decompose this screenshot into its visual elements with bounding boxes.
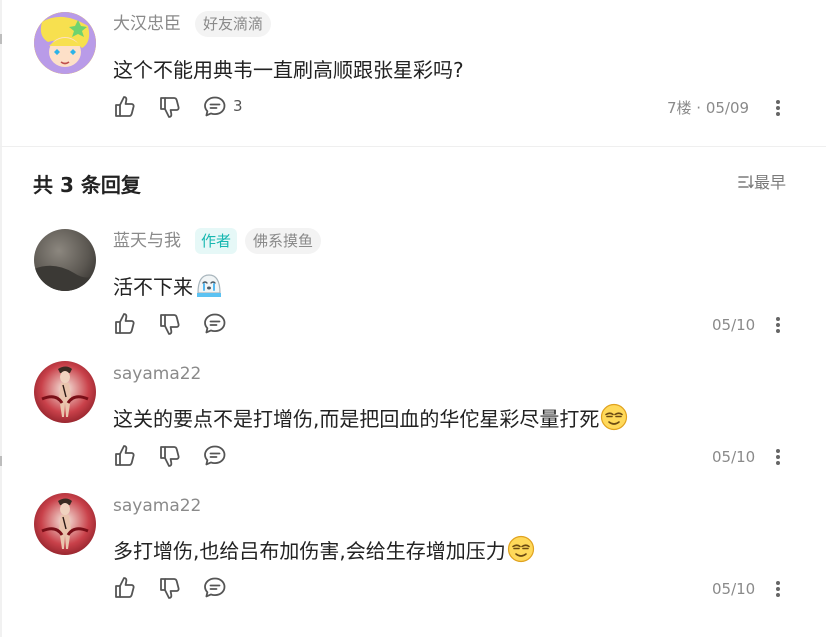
floor-date: 7楼 · 05/09 xyxy=(667,99,750,117)
dislike-icon[interactable] xyxy=(158,311,184,337)
avatar[interactable] xyxy=(34,229,96,291)
avatar[interactable] xyxy=(34,12,96,74)
comment-icon[interactable] xyxy=(202,575,228,601)
crying-face-icon xyxy=(196,274,222,298)
sort-label: 最早 xyxy=(754,173,787,192)
more-options-icon[interactable] xyxy=(775,580,781,598)
reply-text-line: 这关的要点不是打增伤,而是把回血的华佗星彩尽量打死 xyxy=(113,403,628,433)
dislike-icon[interactable] xyxy=(158,94,184,120)
author-badge: 作者 xyxy=(195,228,238,254)
reply-username[interactable]: 蓝天与我 xyxy=(113,230,181,252)
comment-icon[interactable] xyxy=(202,311,228,337)
comment-actions: 3 7楼 · 05/09 xyxy=(113,94,803,122)
dislike-icon[interactable] xyxy=(158,443,184,469)
reply-text: 这关的要点不是打增伤,而是把回血的华佗星彩尽量打死 xyxy=(113,407,600,431)
replies-title: 共 3 条回复 xyxy=(33,173,141,197)
reply-date: 05/10 xyxy=(712,316,756,334)
comment-icon[interactable] xyxy=(202,94,228,120)
reply-actions: 05/10 xyxy=(113,575,803,603)
dislike-icon[interactable] xyxy=(158,575,184,601)
reply-username[interactable]: sayama22 xyxy=(113,495,201,517)
sort-button[interactable]: 最早 xyxy=(738,173,786,193)
section-divider xyxy=(0,146,826,147)
avatar[interactable] xyxy=(34,493,96,555)
user-badge: 好友滴滴 xyxy=(195,11,272,37)
reply-text: 多打增伤,也给吕布加伤害,会给生存增加压力 xyxy=(113,539,506,563)
reply-actions: 05/10 xyxy=(113,443,803,471)
main-comment: 大汉忠臣 好友滴滴 这个不能用典韦一直刷高顺跟张星彩吗? 3 7楼 · 05/0… xyxy=(0,0,826,146)
like-icon[interactable] xyxy=(113,94,139,120)
user-badge: 佛系摸鱼 xyxy=(245,228,322,254)
smug-face-icon xyxy=(507,535,535,563)
reply-text: 活不下来 xyxy=(113,275,193,299)
reply-username[interactable]: sayama22 xyxy=(113,363,201,385)
comment-text: 这个不能用典韦一直刷高顺跟张星彩吗? xyxy=(113,58,464,82)
smug-face-icon xyxy=(601,403,628,431)
comment-icon[interactable] xyxy=(202,443,228,469)
reply-text-line: 多打增伤,也给吕布加伤害,会给生存增加压力 xyxy=(113,535,535,565)
like-icon[interactable] xyxy=(113,311,139,337)
left-edge-marker xyxy=(0,456,2,466)
reply-count: 3 xyxy=(233,97,243,115)
more-options-icon[interactable] xyxy=(775,316,781,334)
like-icon[interactable] xyxy=(113,575,139,601)
like-icon[interactable] xyxy=(113,443,139,469)
reply-text-line: 活不下来 xyxy=(113,271,224,301)
more-options-icon[interactable] xyxy=(775,448,781,466)
reply-date: 05/10 xyxy=(712,580,756,598)
reply-date: 05/10 xyxy=(712,448,756,466)
avatar[interactable] xyxy=(34,361,96,423)
more-options-icon[interactable] xyxy=(775,99,781,117)
comment-username[interactable]: 大汉忠臣 xyxy=(113,13,181,35)
sort-icon xyxy=(738,175,754,189)
reply-actions: 05/10 xyxy=(113,311,803,339)
